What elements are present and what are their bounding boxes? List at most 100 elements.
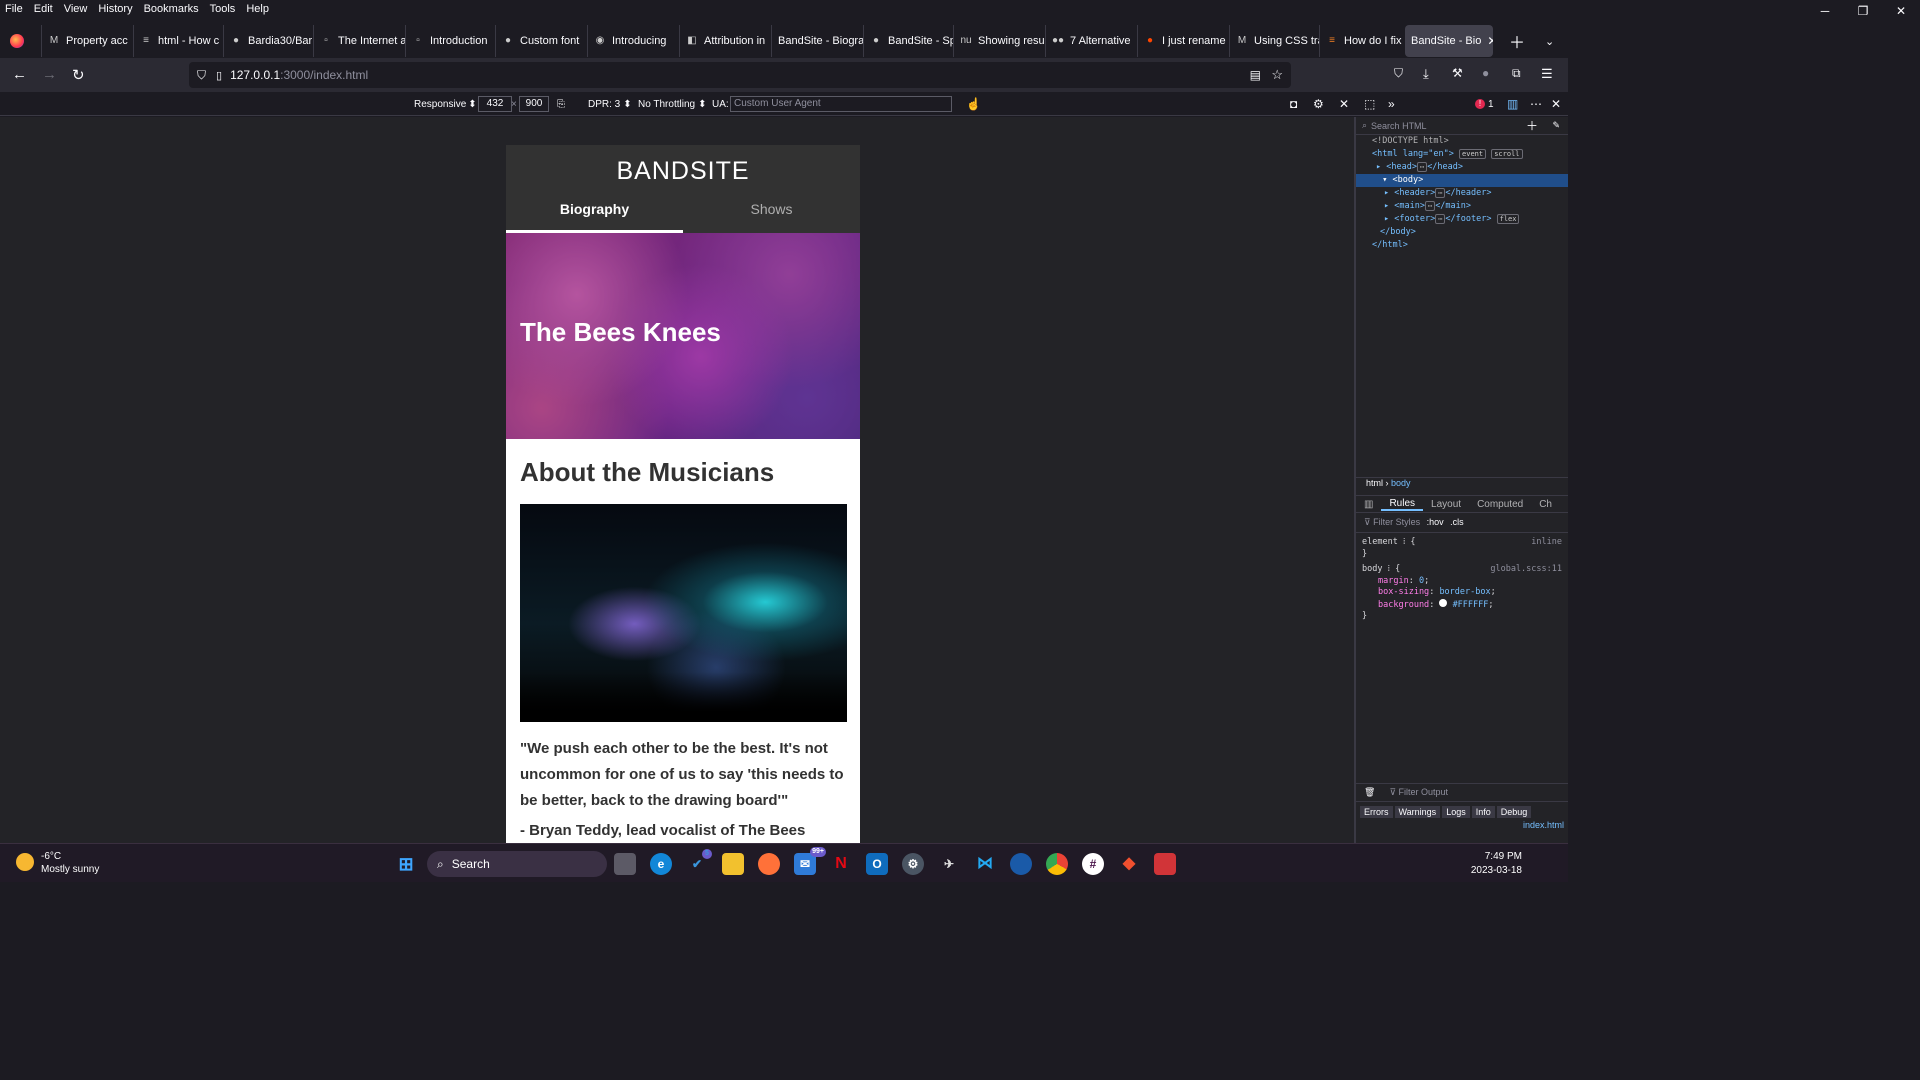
tab[interactable]: ● Custom font — [495, 25, 587, 57]
app-menu-icon[interactable]: ☰ — [1541, 66, 1553, 82]
css-declaration[interactable]: box-sizing: border-box; — [1362, 587, 1562, 599]
rotate-icon[interactable]: ⎘ — [557, 96, 565, 112]
tab[interactable]: ● Bardia30/Bar — [223, 25, 313, 57]
git-icon[interactable]: ◆ — [1118, 853, 1140, 875]
tab[interactable]: ▫ The Internet a — [313, 25, 405, 57]
tab[interactable]: ◉ Introducing — [587, 25, 679, 57]
file-explorer-icon[interactable] — [722, 853, 744, 875]
firefox-view-icon[interactable] — [10, 34, 24, 48]
tree-html[interactable]: <html lang="en"> event scroll — [1372, 148, 1568, 161]
url-bar[interactable]: ⛉ ▯ 127.0.0.1:3000/index.html ▤ ☆ — [189, 62, 1291, 88]
tab[interactable]: BandSite - Biogra — [771, 25, 863, 57]
error-count-badge[interactable]: ! 1 — [1475, 96, 1494, 112]
tab-active[interactable]: BandSite - Bio ✕ — [1405, 25, 1493, 57]
weather-temp[interactable]: -6°C — [41, 851, 61, 862]
tab[interactable]: M Property acc — [41, 25, 133, 57]
menu-history[interactable]: History — [93, 3, 138, 15]
close-rdm-icon[interactable]: ✕ — [1339, 96, 1349, 112]
errors-filter-button[interactable]: Errors — [1360, 806, 1393, 818]
taskbar-search[interactable]: ⌕ Search — [427, 851, 607, 877]
tab[interactable]: ◧ Attribution in — [679, 25, 771, 57]
user-agent-input[interactable]: Custom User Agent — [730, 96, 952, 112]
account-icon[interactable]: ● — [1482, 66, 1489, 80]
outlook-icon[interactable]: O — [866, 853, 888, 875]
weather-desc[interactable]: Mostly sunny — [41, 864, 99, 875]
tree-header[interactable]: ▸ <header> ⋯ </header> — [1372, 187, 1568, 200]
more-tools-icon[interactable]: » — [1388, 96, 1395, 112]
tab-layout[interactable]: Layout — [1423, 499, 1469, 510]
color-swatch[interactable] — [1439, 598, 1448, 607]
settings-gear-icon[interactable]: ⚙ — [1313, 96, 1324, 112]
flex-badge[interactable]: flex — [1496, 214, 1520, 224]
todo-icon[interactable]: ✔ 5 — [686, 849, 712, 875]
split-view-icon[interactable]: ▥ — [1356, 499, 1381, 510]
throttling-select[interactable]: No Throttling ⬍ — [638, 96, 706, 112]
device-select[interactable]: Responsive ⬍ — [414, 96, 477, 112]
weather-icon[interactable] — [16, 853, 34, 871]
start-icon[interactable]: ⊞ — [395, 853, 417, 875]
touch-simulation-icon[interactable]: ☝ — [966, 96, 981, 112]
menu-file[interactable]: File — [0, 3, 29, 15]
add-node-icon[interactable]: ＋ — [1526, 117, 1538, 134]
dpr-select[interactable]: DPR: 3 ⬍ — [588, 96, 632, 112]
tab-changes[interactable]: Ch — [1531, 499, 1560, 510]
console-source-link[interactable]: index.html — [1356, 820, 1568, 830]
clear-console-icon[interactable]: 🗑 — [1364, 787, 1375, 798]
menu-help[interactable]: Help — [241, 3, 275, 15]
viewport-height-input[interactable]: 900 — [519, 96, 549, 112]
app-red-icon[interactable] — [1154, 853, 1176, 875]
page-info-icon[interactable]: ▯ — [216, 69, 222, 82]
pick-element-icon[interactable]: ⬚ — [1364, 96, 1375, 112]
netflix-icon[interactable]: N — [830, 853, 852, 875]
vscode-icon[interactable]: ⋈ — [974, 853, 996, 875]
shield-icon[interactable]: ⛉ — [197, 68, 206, 83]
list-all-tabs-icon[interactable]: ⌄ — [1545, 35, 1554, 48]
clock-time[interactable]: 7:49 PM — [1485, 851, 1522, 862]
edge-icon[interactable]: e — [650, 853, 672, 875]
tab[interactable]: nu Showing resu — [953, 25, 1045, 57]
breadcrumb-body[interactable]: body — [1391, 478, 1411, 488]
tree-body-selected[interactable]: ▾ <body> — [1356, 174, 1568, 187]
html-search-input[interactable]: ⌕ Search HTML ＋ ✎ — [1356, 117, 1568, 135]
back-button[interactable]: ← — [12, 66, 27, 83]
eyedropper-icon[interactable]: ✎ — [1552, 120, 1560, 131]
filter-output-input[interactable]: ⊽ Filter Output — [1389, 787, 1448, 798]
screenshot-icon[interactable]: ◘ — [1290, 96, 1297, 112]
tab[interactable]: ≡ How do I fix — [1319, 25, 1405, 57]
clock-date[interactable]: 2023-03-18 — [1471, 865, 1522, 876]
nav-shows[interactable]: Shows — [683, 201, 860, 217]
site-logo[interactable]: BANDSITE — [506, 157, 860, 186]
dock-side-icon[interactable]: ▥ — [1507, 96, 1518, 112]
event-badge[interactable]: event — [1459, 149, 1487, 159]
app-icon[interactable]: ✈ — [938, 853, 960, 875]
css-declaration[interactable]: margin: 0; — [1362, 576, 1562, 588]
nav-biography[interactable]: Biography — [506, 201, 683, 233]
tab[interactable]: ●● 7 Alternative — [1045, 25, 1137, 57]
pocket-icon[interactable]: ⛉ — [1394, 66, 1403, 81]
close-window-button[interactable]: ✕ — [1882, 0, 1920, 24]
task-view-icon[interactable] — [614, 853, 636, 875]
menu-edit[interactable]: Edit — [29, 3, 59, 15]
menu-tools[interactable]: Tools — [205, 3, 242, 15]
tab-computed[interactable]: Computed — [1469, 499, 1531, 510]
tab-rules[interactable]: Rules — [1381, 498, 1424, 511]
chrome-icon[interactable] — [1046, 853, 1068, 875]
tree-doctype[interactable]: <!DOCTYPE html> — [1372, 135, 1568, 148]
tree-main[interactable]: ▸ <main> ⋯ </main> — [1372, 200, 1568, 213]
tree-footer[interactable]: ▸ <footer> ⋯ </footer> flex — [1372, 213, 1568, 226]
minimize-button[interactable]: ─ — [1806, 0, 1844, 24]
tab[interactable]: ▫ Introduction — [405, 25, 495, 57]
tree-head[interactable]: ▸ <head> ⋯ </head> — [1372, 161, 1568, 174]
debug-filter-button[interactable]: Debug — [1496, 806, 1532, 818]
menu-bookmarks[interactable]: Bookmarks — [139, 3, 205, 15]
hov-toggle[interactable]: :hov — [1427, 517, 1444, 527]
tab[interactable]: ● BandSite - Sp — [863, 25, 953, 57]
new-tab-button[interactable]: ＋ — [1509, 29, 1525, 53]
close-devtools-icon[interactable]: ✕ — [1551, 96, 1561, 112]
downloads-icon[interactable]: ⤓ — [1423, 66, 1429, 82]
cls-toggle[interactable]: .cls — [1450, 517, 1464, 527]
warnings-filter-button[interactable]: Warnings — [1394, 806, 1441, 818]
info-filter-button[interactable]: Info — [1471, 806, 1495, 818]
reload-button[interactable]: ↻ — [72, 66, 85, 84]
reader-view-icon[interactable]: ▤ — [1250, 68, 1261, 82]
